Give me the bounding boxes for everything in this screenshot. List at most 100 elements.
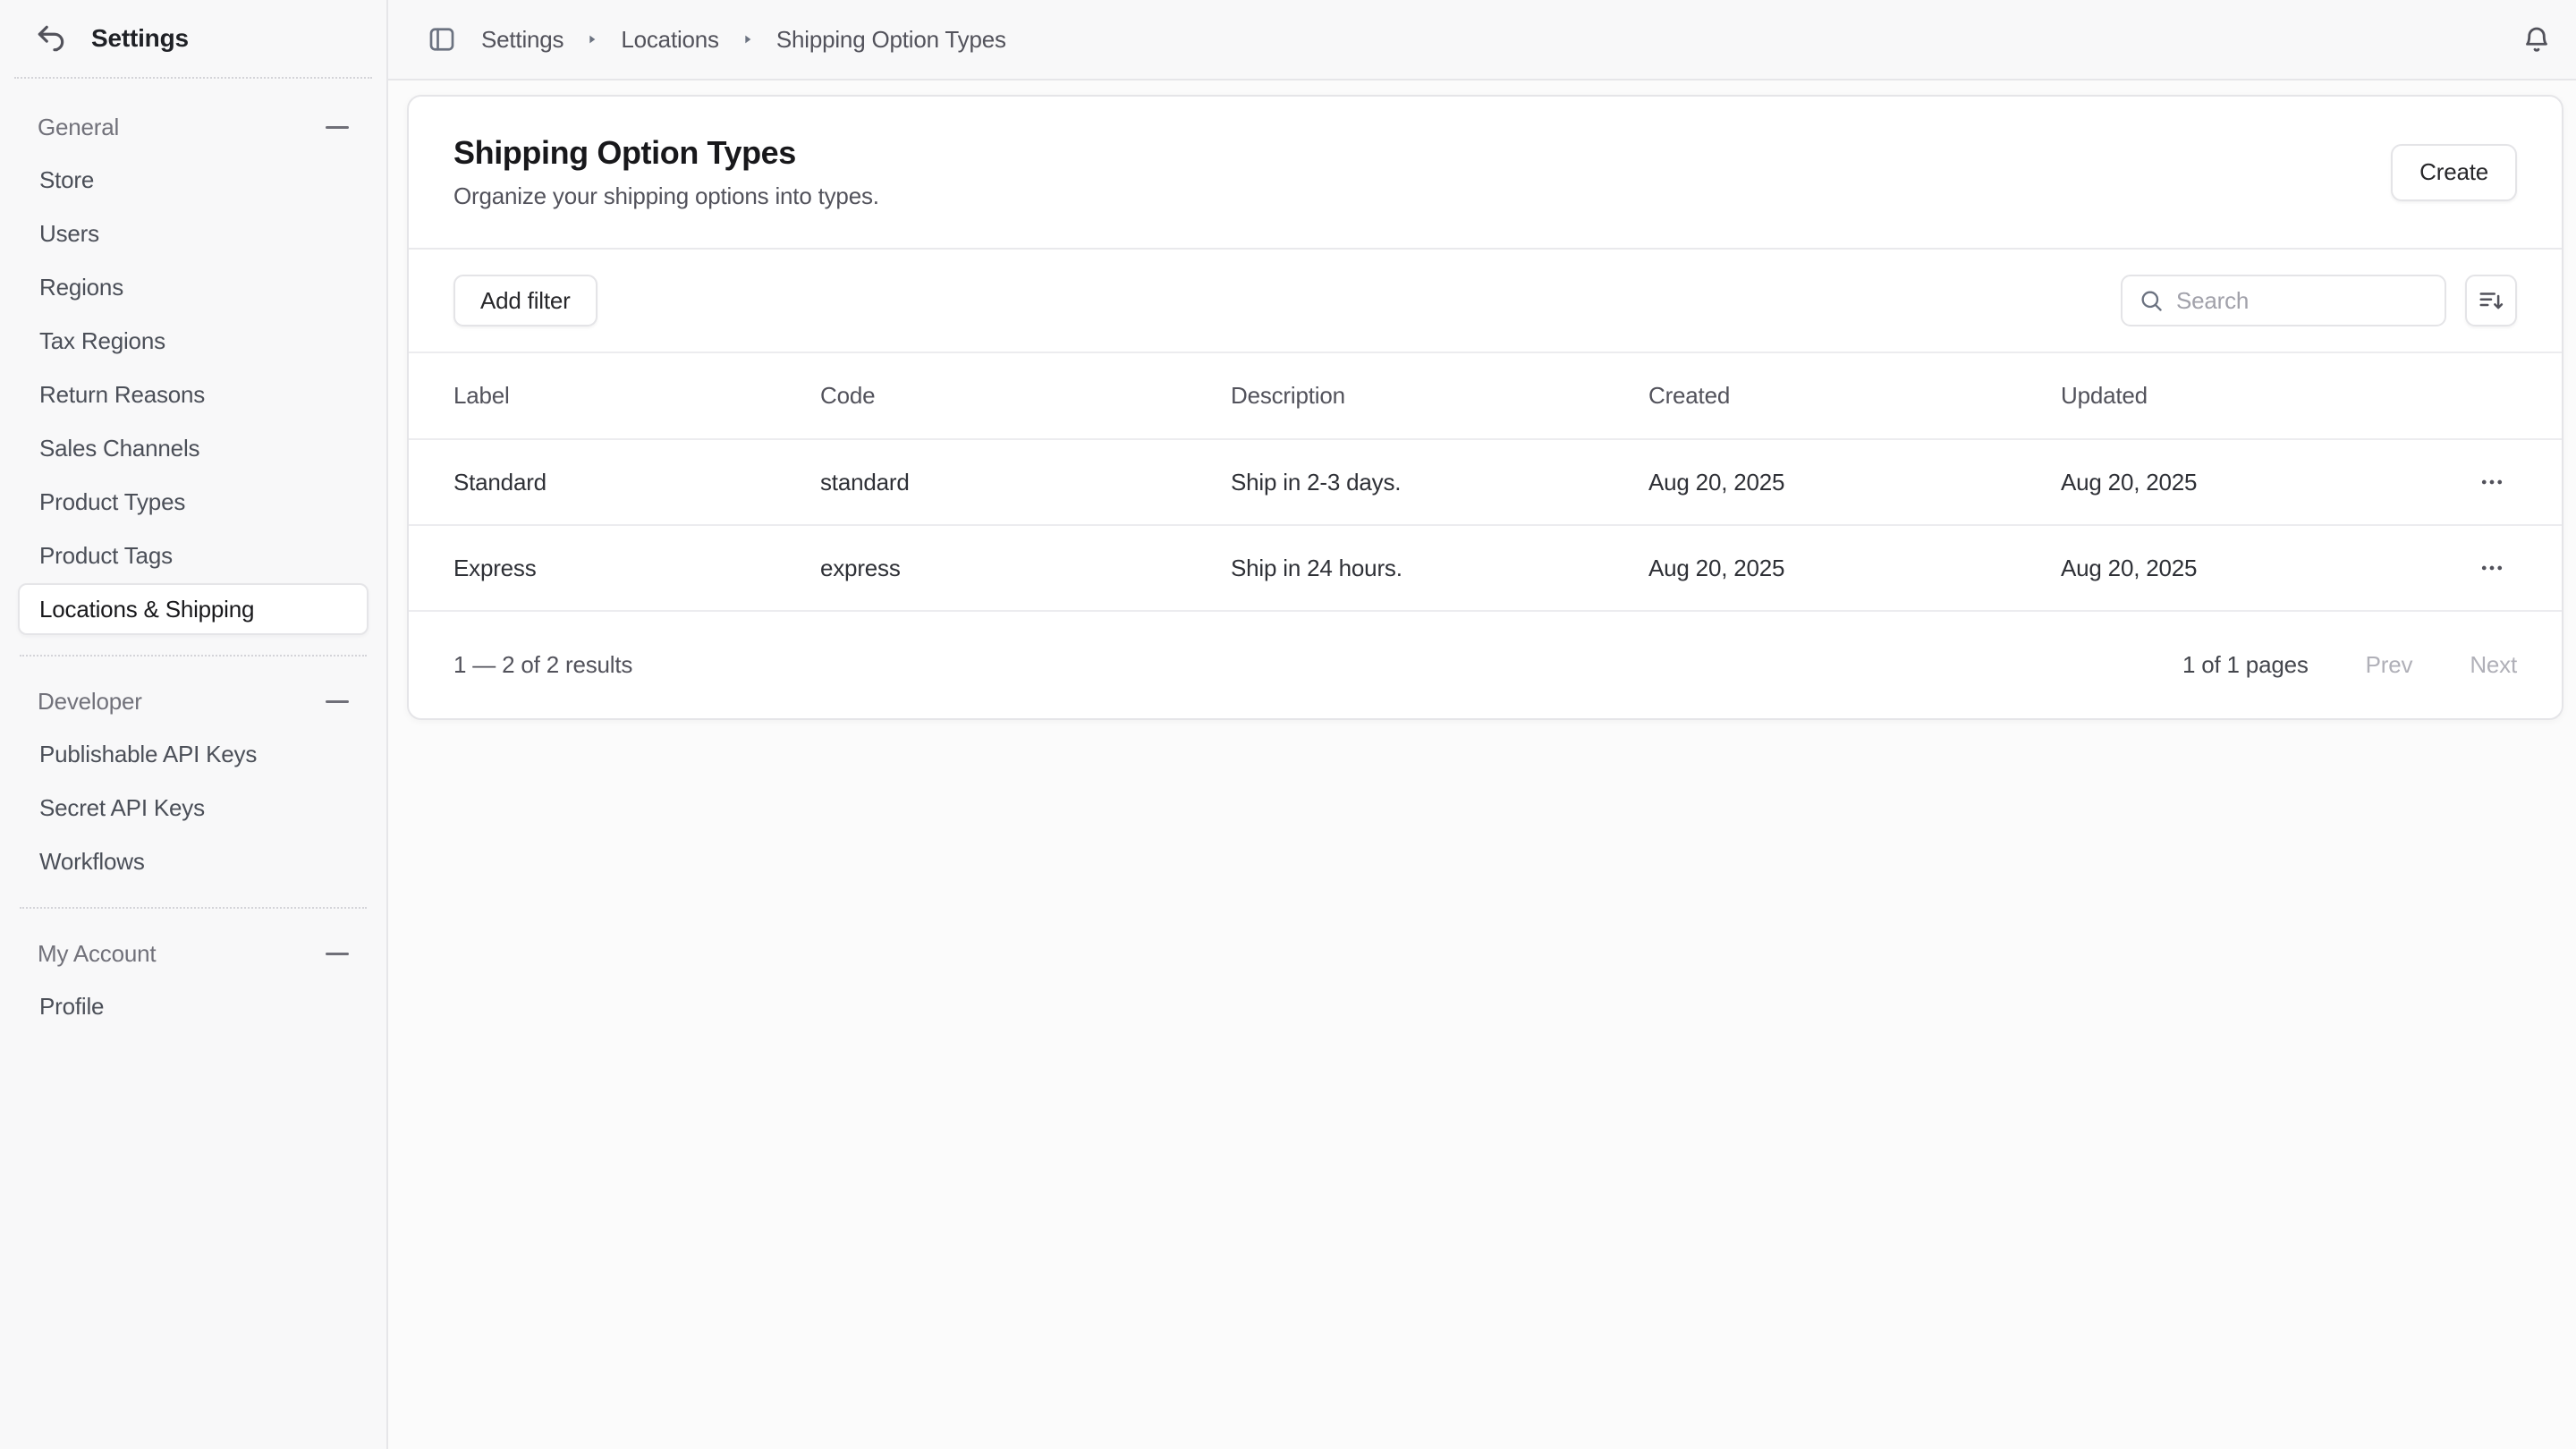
- sidebar-item-publishable-api-keys[interactable]: Publishable API Keys: [18, 728, 369, 780]
- table-row[interactable]: Standard standard Ship in 2-3 days. Aug …: [409, 438, 2562, 524]
- create-button[interactable]: Create: [2391, 144, 2517, 201]
- topbar: Settings Locations Shipping Option Types: [388, 0, 2576, 80]
- sidebar-item-tax-regions[interactable]: Tax Regions: [18, 315, 369, 367]
- sidebar-item-label: Tax Regions: [39, 327, 165, 355]
- sidebar-item-label: Product Tags: [39, 542, 173, 570]
- add-filter-button[interactable]: Add filter: [453, 275, 597, 326]
- section-header-general[interactable]: General: [18, 102, 369, 152]
- table-pagination: 1 — 2 of 2 results 1 of 1 pages Prev Nex…: [409, 610, 2562, 718]
- sidebar-item-label: Store: [39, 166, 94, 194]
- sidebar-item-return-reasons[interactable]: Return Reasons: [18, 369, 369, 420]
- cell-actions: [2417, 543, 2517, 593]
- ellipsis-icon: [2479, 469, 2505, 496]
- sidebar-toggle-icon: [426, 23, 458, 55]
- cell-label: Express: [453, 555, 820, 582]
- cell-updated: Aug 20, 2025: [2061, 555, 2417, 582]
- ellipsis-icon: [2479, 555, 2505, 581]
- toolbar-right: [2121, 275, 2517, 326]
- cell-code: express: [820, 555, 1231, 582]
- cell-code: standard: [820, 469, 1231, 496]
- settings-sidebar: Settings General Store Users Regions Tax…: [0, 0, 388, 1449]
- section-header-developer[interactable]: Developer: [18, 676, 369, 726]
- card-header-text: Shipping Option Types Organize your ship…: [453, 134, 879, 210]
- sidebar-item-workflows[interactable]: Workflows: [18, 835, 369, 887]
- section-label: My Account: [38, 940, 156, 968]
- sidebar-item-label: Users: [39, 220, 99, 248]
- section-header-my-account[interactable]: My Account: [18, 928, 369, 979]
- sidebar-item-label: Locations & Shipping: [39, 596, 254, 623]
- section-label: Developer: [38, 688, 142, 716]
- pager: 1 of 1 pages Prev Next: [2182, 651, 2517, 679]
- search-icon: [2139, 288, 2164, 313]
- column-header-description: Description: [1231, 382, 1648, 410]
- card-header: Shipping Option Types Organize your ship…: [409, 97, 2562, 248]
- sidebar-item-secret-api-keys[interactable]: Secret API Keys: [18, 782, 369, 834]
- chevron-right-icon: [585, 32, 599, 47]
- results-count: 1 — 2 of 2 results: [453, 651, 632, 679]
- breadcrumb-settings[interactable]: Settings: [481, 26, 564, 54]
- breadcrumb-locations[interactable]: Locations: [621, 26, 719, 54]
- row-actions-button[interactable]: [2467, 543, 2517, 593]
- shipping-option-types-card: Shipping Option Types Organize your ship…: [407, 95, 2563, 720]
- cell-label: Standard: [453, 469, 820, 496]
- sidebar-item-label: Regions: [39, 274, 123, 301]
- main-column: Settings Locations Shipping Option Types: [388, 0, 2576, 1449]
- sidebar-item-locations-shipping[interactable]: Locations & Shipping: [18, 583, 369, 635]
- column-header-label: Label: [453, 382, 820, 410]
- sidebar-item-label: Sales Channels: [39, 435, 199, 462]
- breadcrumb: Settings Locations Shipping Option Types: [481, 26, 1006, 54]
- table-header-row: Label Code Description Created Updated: [409, 352, 2562, 438]
- sidebar-section-divider: [20, 655, 367, 657]
- collapse-icon: [326, 953, 349, 955]
- search-box: [2121, 275, 2446, 326]
- sidebar-item-product-types[interactable]: Product Types: [18, 476, 369, 528]
- prev-page-button[interactable]: Prev: [2366, 651, 2413, 679]
- collapse-icon: [326, 126, 349, 129]
- undo-arrow-icon: [34, 21, 68, 55]
- sidebar-item-label: Secret API Keys: [39, 794, 205, 822]
- search-input[interactable]: [2176, 287, 2428, 315]
- sidebar-item-label: Product Types: [39, 488, 185, 516]
- column-header-updated: Updated: [2061, 382, 2417, 410]
- sidebar-header: Settings: [0, 0, 386, 77]
- main-content: Shipping Option Types Organize your ship…: [388, 80, 2576, 1449]
- section-label: General: [38, 114, 119, 141]
- page-subtitle: Organize your shipping options into type…: [453, 182, 879, 210]
- sidebar-section-divider: [20, 907, 367, 909]
- bell-icon: [2521, 23, 2553, 55]
- sidebar-item-label: Profile: [39, 993, 104, 1021]
- table-row[interactable]: Express express Ship in 24 hours. Aug 20…: [409, 524, 2562, 610]
- column-header-created: Created: [1648, 382, 2061, 410]
- sidebar-nav: General Store Users Regions Tax Regions …: [0, 79, 386, 1057]
- sidebar-item-users[interactable]: Users: [18, 208, 369, 259]
- page-title: Shipping Option Types: [453, 134, 879, 172]
- notifications-button[interactable]: [2521, 23, 2553, 55]
- sidebar-item-label: Workflows: [39, 848, 145, 876]
- sidebar-item-regions[interactable]: Regions: [18, 261, 369, 313]
- sidebar-item-profile[interactable]: Profile: [18, 980, 369, 1032]
- cell-description: Ship in 24 hours.: [1231, 555, 1648, 582]
- sidebar-toggle-button[interactable]: [426, 23, 458, 55]
- sort-button[interactable]: [2465, 275, 2517, 326]
- sidebar-item-store[interactable]: Store: [18, 154, 369, 206]
- row-actions-button[interactable]: [2467, 457, 2517, 507]
- sort-icon: [2478, 287, 2504, 314]
- cell-description: Ship in 2-3 days.: [1231, 469, 1648, 496]
- column-header-code: Code: [820, 382, 1231, 410]
- cell-created: Aug 20, 2025: [1648, 469, 2061, 496]
- sidebar-item-label: Return Reasons: [39, 381, 205, 409]
- chevron-right-icon: [741, 32, 755, 47]
- sidebar-item-sales-channels[interactable]: Sales Channels: [18, 422, 369, 474]
- app-shell: Settings General Store Users Regions Tax…: [0, 0, 2576, 1449]
- back-button[interactable]: [34, 21, 68, 55]
- cell-actions: [2417, 457, 2517, 507]
- collapse-icon: [326, 700, 349, 703]
- cell-updated: Aug 20, 2025: [2061, 469, 2417, 496]
- table-toolbar: Add filter: [409, 250, 2562, 352]
- breadcrumb-current: Shipping Option Types: [776, 26, 1006, 54]
- sidebar-title: Settings: [91, 24, 189, 53]
- sidebar-item-product-tags[interactable]: Product Tags: [18, 530, 369, 581]
- next-page-button[interactable]: Next: [2470, 651, 2517, 679]
- page-indicator: 1 of 1 pages: [2182, 651, 2309, 679]
- cell-created: Aug 20, 2025: [1648, 555, 2061, 582]
